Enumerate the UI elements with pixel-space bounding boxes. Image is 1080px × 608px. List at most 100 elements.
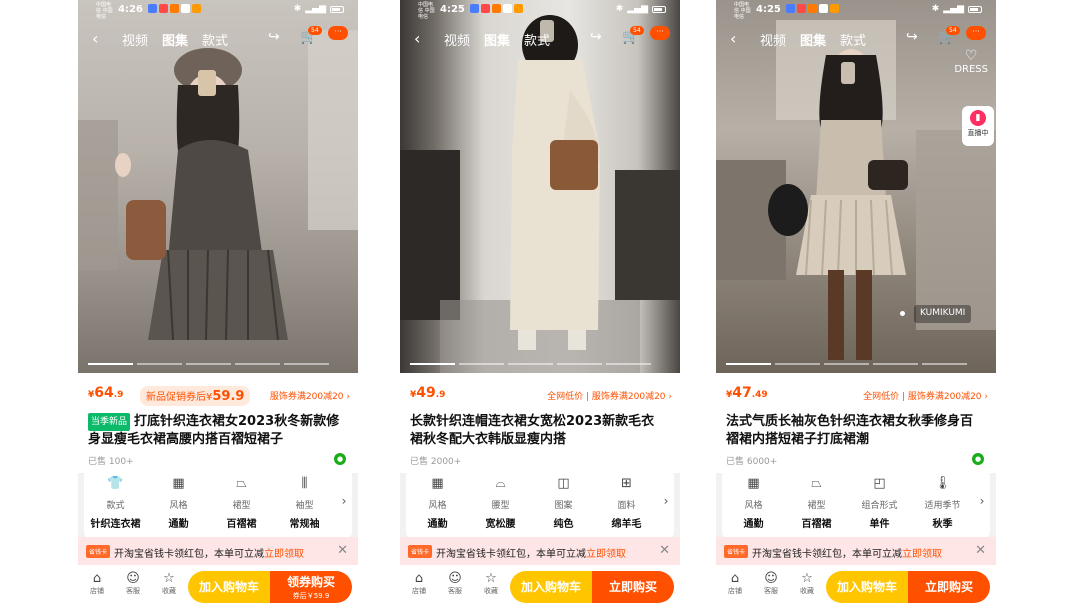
favorite-button[interactable]: ☆ 收藏 — [796, 571, 818, 596]
attribute-key: 裙型 — [807, 501, 826, 511]
close-icon[interactable]: ✕ — [975, 543, 986, 558]
fabric-icon: ⊞ — [621, 476, 632, 491]
attribute-value: 百褶裙 — [801, 519, 832, 530]
notification-icon — [492, 4, 501, 13]
status-bar: 中国电信 中国电信 4:25 ✱ ▂▄▆ — [400, 0, 680, 20]
service-button[interactable]: ☺ 客服 — [444, 571, 466, 596]
banner-message: 开淘宝省钱卡领红包，本单可立减 — [114, 549, 264, 560]
attribute-key: 腰型 — [491, 501, 510, 511]
chevron-right-icon[interactable]: › — [336, 476, 352, 538]
service-button[interactable]: ☺ 客服 — [760, 571, 782, 596]
service-label: 客服 — [126, 587, 140, 595]
share-icon[interactable]: ↪ — [268, 29, 280, 45]
notification-icons — [470, 4, 523, 13]
sweater-icon: 👕 — [107, 476, 124, 491]
more-icon[interactable]: ··· — [328, 26, 348, 40]
attribute-panel[interactable]: ▦ 风格 通勤 ⌓ 腰型 宽松腰 ◫ 图案 纯色 ⊞ 面料 绵羊毛 › — [406, 470, 674, 538]
tab-video[interactable]: 视频 — [444, 30, 470, 49]
attribute-item: ⫼ 袖型 常规袖 — [273, 476, 336, 538]
buy-now-button[interactable]: 立即购买 — [908, 571, 990, 603]
media-tabs: 视频 图集 款式 — [760, 30, 866, 49]
notification-icon — [159, 4, 168, 13]
star-icon: ☆ — [485, 571, 497, 586]
model-photo-illustration — [78, 30, 358, 341]
bottom-action-bar: ⌂ 店铺 ☺ 客服 ☆ 收藏 加入购物车 立即购买 — [716, 565, 996, 608]
attribute-item: ◰ 组合形式 单件 — [848, 476, 911, 538]
savings-card-banner[interactable]: 省钱卡 开淘宝省钱卡领红包，本单可立减立即领取 ✕ — [400, 537, 680, 565]
photo-pager — [726, 363, 967, 366]
shop-button[interactable]: ⌂ 店铺 — [86, 571, 108, 596]
shop-button[interactable]: ⌂ 店铺 — [408, 571, 430, 596]
cart-badge: 54 — [946, 26, 960, 35]
pager-segment — [410, 363, 455, 365]
notification-icons — [148, 4, 201, 13]
more-icon[interactable]: ··· — [966, 26, 986, 40]
bottom-icons: ⌂ 店铺 ☺ 客服 ☆ 收藏 — [724, 571, 818, 596]
coupon-buy-button[interactable]: 领券购买 券后￥59.9 — [270, 571, 352, 603]
model-tag[interactable]: KUMIKUMI — [914, 305, 972, 323]
tab-style[interactable]: 款式 — [840, 30, 866, 49]
attribute-item: 🌡 适用季节 秋季 — [911, 476, 974, 538]
savings-card-banner[interactable]: 省钱卡 开淘宝省钱卡领红包，本单可立减立即领取 ✕ — [78, 537, 358, 565]
attribute-item: 👕 款式 针织连衣裙 — [84, 476, 147, 538]
price-row: ¥47.49 全网低价 | 服饰券满200减20 › — [726, 385, 988, 405]
add-to-cart-button[interactable]: 加入购物车 — [510, 571, 592, 603]
product-photo[interactable] — [78, 0, 358, 373]
attribute-key: 裙型 — [232, 501, 251, 511]
wechat-icon[interactable]: ● — [334, 453, 346, 465]
favorite-button[interactable]: ☆ 收藏 — [158, 571, 180, 596]
chevron-right-icon[interactable]: › — [974, 476, 990, 538]
savings-card-banner[interactable]: 省钱卡 开淘宝省钱卡领红包，本单可立减立即领取 ✕ — [716, 537, 996, 565]
favorite-button[interactable]: ☆ 收藏 — [480, 571, 502, 596]
back-icon[interactable]: ‹ — [730, 29, 736, 48]
coupon-link[interactable]: 全网低价 | 服饰券满200减20 › — [547, 389, 672, 402]
banner-text: 开淘宝省钱卡领红包，本单可立减立即领取 — [114, 545, 304, 560]
buy-sublabel: 券后￥59.9 — [292, 592, 330, 600]
notification-icon — [181, 4, 190, 13]
tab-style[interactable]: 款式 — [524, 30, 550, 49]
attribute-key: 风格 — [428, 501, 447, 511]
attribute-key: 面料 — [617, 501, 636, 511]
notification-icon — [192, 4, 201, 13]
screenshot-stage: 中国电信 中国电信 4:26 ✱ ▂▄▆ ‹ 视频 图集 款式 ↪ 🛒 54 ·… — [0, 0, 1080, 608]
share-icon[interactable]: ↪ — [590, 29, 602, 45]
heart-icon[interactable]: ♡ — [954, 48, 988, 64]
claim-link[interactable]: 立即领取 — [902, 549, 942, 560]
close-icon[interactable]: ✕ — [659, 543, 670, 558]
service-button[interactable]: ☺ 客服 — [122, 571, 144, 596]
wechat-icon[interactable]: ● — [972, 453, 984, 465]
price: ¥49.9 — [410, 385, 445, 401]
back-icon[interactable]: ‹ — [92, 29, 98, 48]
more-icon[interactable]: ··· — [650, 26, 670, 40]
back-icon[interactable]: ‹ — [414, 29, 420, 48]
bluetooth-icon: ✱ — [931, 4, 940, 14]
claim-link[interactable]: 立即领取 — [586, 549, 626, 560]
attribute-panel[interactable]: ▦ 风格 通勤 ⏢ 裙型 百褶裙 ◰ 组合形式 单件 🌡 适用季节 秋季 › — [722, 470, 990, 538]
system-status-icons: ✱ ▂▄▆ — [932, 4, 982, 14]
coupon-link[interactable]: 全网低价 | 服饰券满200减20 › — [863, 389, 988, 402]
notification-icon — [797, 4, 806, 13]
coupon-link[interactable]: 服饰券满200减20 › — [270, 389, 350, 402]
shop-button[interactable]: ⌂ 店铺 — [724, 571, 746, 596]
tab-gallery[interactable]: 图集 — [162, 30, 188, 49]
claim-link[interactable]: 立即领取 — [264, 549, 304, 560]
carrier-label: 中国电信 中国电信 — [96, 2, 113, 20]
shop-icon: ⌂ — [414, 571, 424, 586]
clock: 4:25 — [756, 4, 781, 15]
buy-now-button[interactable]: 立即购买 — [592, 571, 674, 603]
attribute-panel[interactable]: 👕 款式 针织连衣裙 ▦ 风格 通勤 ⏢ 裙型 百褶裙 ⫼ 袖型 常规袖 › — [84, 470, 352, 538]
tab-style[interactable]: 款式 — [202, 30, 228, 49]
share-icon[interactable]: ↪ — [906, 29, 918, 45]
add-to-cart-button[interactable]: 加入购物车 — [188, 571, 270, 603]
bottom-icons: ⌂ 店铺 ☺ 客服 ☆ 收藏 — [86, 571, 180, 596]
tab-gallery[interactable]: 图集 — [800, 30, 826, 49]
tab-video[interactable]: 视频 — [760, 30, 786, 49]
close-icon[interactable]: ✕ — [337, 543, 348, 558]
live-stream-button[interactable]: ▮ 直播中 — [962, 106, 994, 146]
tab-video[interactable]: 视频 — [122, 30, 148, 49]
tab-gallery[interactable]: 图集 — [484, 30, 510, 49]
chevron-right-icon[interactable]: › — [658, 476, 674, 538]
product-photo[interactable] — [400, 0, 680, 373]
add-to-cart-button[interactable]: 加入购物车 — [826, 571, 908, 603]
pager-segment — [775, 363, 820, 365]
